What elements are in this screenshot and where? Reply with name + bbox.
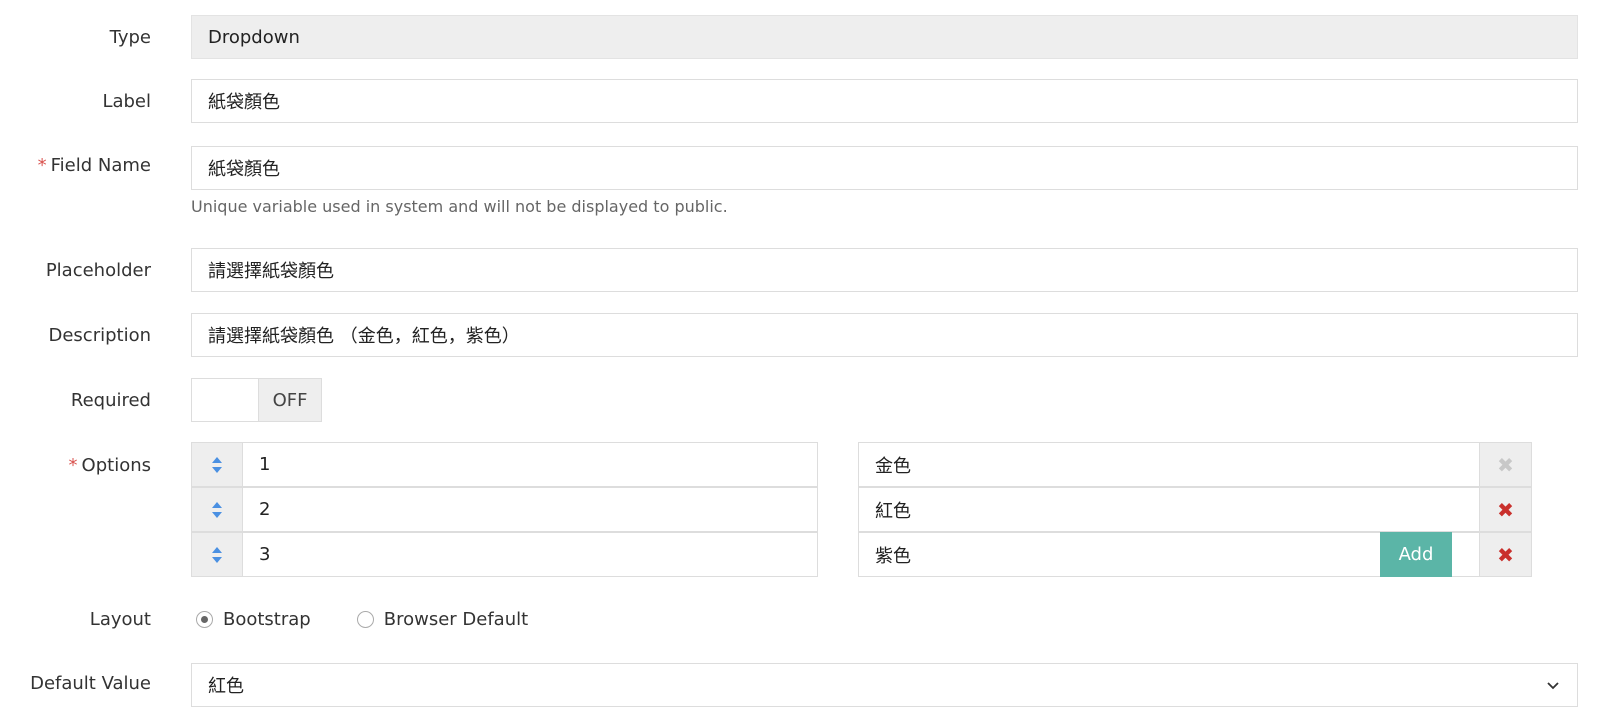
options-label: * Options [69, 455, 151, 476]
field-name-label: * Field Name [38, 155, 151, 176]
radio-button[interactable] [356, 611, 374, 628]
delete-option-button[interactable]: ✖ [1480, 487, 1532, 532]
sort-handle[interactable] [191, 442, 243, 487]
field-name-input[interactable]: 紙袋顏色 [191, 146, 1578, 190]
radio-label: Browser Default [383, 609, 529, 630]
layout-label: Layout [89, 609, 151, 630]
options-label-text: Options [81, 455, 151, 476]
sort-handle[interactable] [191, 532, 243, 577]
placeholder-input[interactable]: 請選擇紙袋顏色 [191, 248, 1578, 292]
close-icon: ✖ [1497, 497, 1514, 522]
option-value-input[interactable]: 2 [243, 487, 818, 532]
field-name-label-text: Field Name [50, 155, 151, 176]
type-label: Type [109, 27, 151, 48]
delete-option-button[interactable]: ✖ [1480, 532, 1532, 577]
option-row: 3 紫色 ✖ [191, 532, 1532, 577]
delete-option-button: ✖ [1480, 442, 1532, 487]
layout-radio-group: Bootstrap Browser Default [196, 609, 574, 630]
toggle-knob[interactable] [192, 379, 259, 421]
default-value-label: Default Value [30, 673, 151, 694]
sort-handle-icon [212, 456, 222, 473]
default-value-text: 紅色 [208, 676, 244, 697]
radio-bootstrap[interactable]: Bootstrap [196, 609, 311, 630]
option-value-input[interactable]: 3 [243, 532, 818, 577]
sort-handle[interactable] [191, 487, 243, 532]
chevron-down-icon [1547, 682, 1559, 690]
add-option-button[interactable]: Add [1380, 532, 1452, 577]
sort-handle-icon [212, 501, 222, 518]
type-field: Dropdown [191, 15, 1578, 59]
label-label: Label [102, 91, 151, 112]
toggle-state: OFF [259, 379, 321, 421]
field-name-help: Unique variable used in system and will … [191, 197, 728, 216]
close-icon: ✖ [1497, 452, 1514, 477]
description-label: Description [48, 325, 151, 346]
required-label: Required [70, 390, 151, 411]
radio-button-selected[interactable] [196, 611, 213, 628]
required-mark: * [37, 155, 47, 176]
default-value-select[interactable]: 紅色 [191, 663, 1578, 707]
option-label-input[interactable]: 金色 [858, 442, 1480, 487]
sort-handle-icon [212, 546, 222, 563]
option-label-input[interactable]: 紅色 [858, 487, 1480, 532]
option-row: 2 紅色 ✖ [191, 487, 1532, 532]
description-input[interactable]: 請選擇紙袋顏色 （金色，紅色，紫色） [191, 313, 1578, 357]
required-toggle[interactable]: OFF [191, 378, 322, 422]
radio-browser-default[interactable]: Browser Default [356, 609, 529, 630]
label-input[interactable]: 紙袋顏色 [191, 79, 1578, 123]
radio-label: Bootstrap [223, 609, 311, 630]
required-mark: * [68, 455, 78, 476]
placeholder-label: Placeholder [45, 260, 151, 281]
option-value-input[interactable]: 1 [243, 442, 818, 487]
close-icon: ✖ [1497, 542, 1514, 567]
option-row: 1 金色 ✖ [191, 442, 1532, 487]
